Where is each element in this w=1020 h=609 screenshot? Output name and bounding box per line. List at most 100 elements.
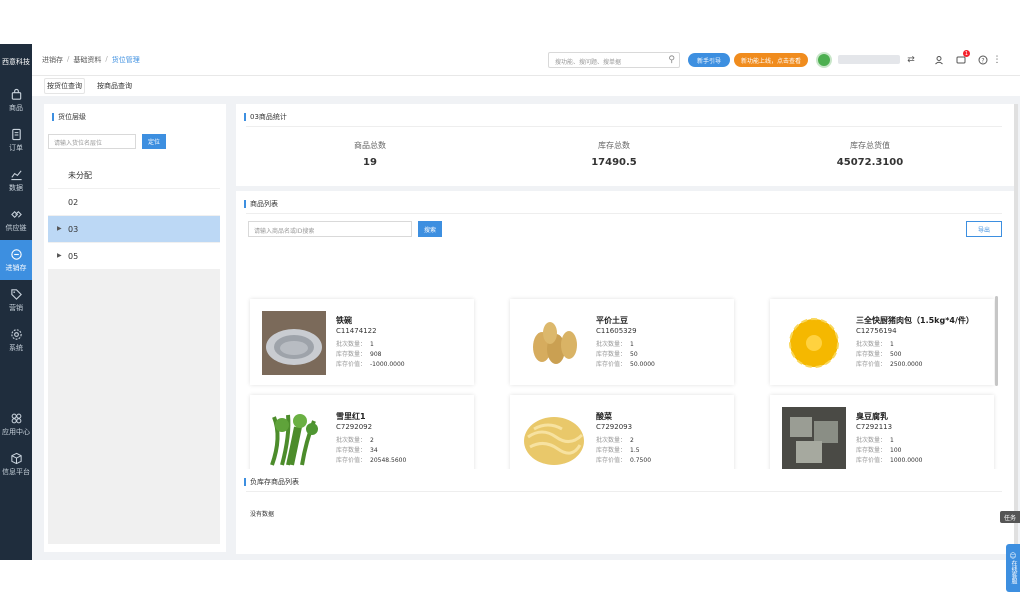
sidebar-item-label: 数据 bbox=[9, 183, 23, 192]
inventory-icon bbox=[10, 248, 23, 263]
field-label: 库存价值： bbox=[336, 457, 367, 464]
sidebar-item-tag[interactable]: 营销 bbox=[0, 280, 32, 320]
product-field-row: 库存数量： 500 bbox=[856, 349, 901, 358]
field-label: 库存价值： bbox=[856, 361, 887, 368]
sidebar-item-inventory[interactable]: 进销存 bbox=[0, 240, 32, 280]
product-list-panel: 商品列表 请输入商品名或ID搜索 搜索 导出 铁碗 C11474122 批次数量： 1… bbox=[236, 191, 1016, 469]
page-scrollbar[interactable] bbox=[1014, 104, 1018, 544]
sidebar-nav: 商品 订单数据供应链进销存营销系统 bbox=[0, 80, 32, 360]
apps-icon bbox=[10, 412, 23, 427]
message-badge: 1 bbox=[963, 50, 970, 57]
sidebar-item-chart[interactable]: 数据 bbox=[0, 160, 32, 200]
stat-value: 17490.5 bbox=[591, 157, 637, 168]
field-value: 50.0000 bbox=[630, 361, 655, 368]
chat-icon: ☺ bbox=[1009, 552, 1017, 560]
caret-right-icon[interactable]: ▶ bbox=[57, 225, 62, 232]
cube-icon bbox=[10, 452, 23, 467]
product-field-row: 库存数量： 100 bbox=[856, 445, 901, 454]
tree-node[interactable]: ▶ 05 bbox=[48, 243, 220, 269]
field-label: 批次数量： bbox=[336, 437, 367, 444]
task-float-button[interactable]: 任务 bbox=[1000, 511, 1020, 523]
location-tree: 未分配 02 ▶ 03 ▶ 05 bbox=[48, 162, 220, 544]
search-icon[interactable]: ⚲ bbox=[668, 55, 675, 65]
avatar[interactable] bbox=[816, 52, 832, 68]
switch-icon[interactable]: ⇄ bbox=[904, 53, 918, 67]
divider bbox=[246, 126, 1002, 127]
caret-right-icon[interactable]: ▶ bbox=[57, 252, 62, 259]
field-label: 批次数量： bbox=[596, 341, 627, 348]
product-image bbox=[522, 407, 586, 469]
product-card[interactable]: 平价土豆 C11605329 批次数量： 1 库存数量： 50 库存价值： 50.0000 bbox=[510, 299, 734, 385]
sidebar-item-gear[interactable]: 系统 bbox=[0, 320, 32, 360]
tree-node-label: 未分配 bbox=[68, 170, 92, 180]
breadcrumb-separator: / bbox=[67, 54, 70, 63]
field-value: -1000.0000 bbox=[370, 361, 405, 368]
breadcrumb: 进销存 / 基础资料 / 货位管理 bbox=[42, 55, 140, 65]
panel-title: 货位层级 bbox=[44, 104, 226, 126]
product-code: C11605329 bbox=[596, 327, 637, 335]
field-label: 库存价值： bbox=[336, 361, 367, 368]
product-card[interactable]: 三全快厨猪肉包（1.5kg*4/件） C12756194 批次数量： 1 库存数量： 50… bbox=[770, 299, 994, 385]
product-card[interactable]: 铁碗 C11474122 批次数量： 1 库存数量： 908 库存价值： -1000.0000 bbox=[250, 299, 474, 385]
breadcrumb-item[interactable]: 进销存 bbox=[42, 55, 63, 65]
user-icon[interactable] bbox=[932, 53, 946, 67]
product-stats-panel: 03商品统计 商品总数 19 库存总数 17490.5 库存总货值 45072.… bbox=[236, 104, 1016, 186]
new-feature-button[interactable]: 新功能上线，点击查看 bbox=[734, 53, 808, 67]
location-search-input[interactable]: 请输入货位名层位 bbox=[48, 134, 136, 149]
tab-by-product[interactable]: 按商品查询 bbox=[95, 79, 134, 93]
tab-by-location[interactable]: 按货位查询 bbox=[44, 78, 85, 94]
sidebar-item-label: 营销 bbox=[9, 303, 23, 312]
product-card[interactable]: 酸菜 C7292093 批次数量： 2 库存数量： 1.5 库存价值： 0.7500 bbox=[510, 395, 734, 469]
field-value: 50 bbox=[630, 351, 638, 358]
breadcrumb-item[interactable]: 基础资料 bbox=[73, 55, 101, 65]
product-name: 臭豆腐乳 bbox=[856, 412, 888, 421]
field-label: 库存数量： bbox=[336, 447, 367, 454]
field-value: 1.5 bbox=[630, 447, 640, 454]
product-field-row: 库存数量： 1.5 bbox=[596, 445, 640, 454]
product-card[interactable]: 雪里红1 C7292092 批次数量： 2 库存数量： 34 库存价值： 20548.5600 bbox=[250, 395, 474, 469]
tree-node[interactable]: ▶ 03 bbox=[48, 216, 220, 242]
sidebar-item-supply[interactable]: 供应链 bbox=[0, 200, 32, 240]
product-name: 平价土豆 bbox=[596, 316, 628, 325]
stat-value: 45072.3100 bbox=[836, 157, 904, 168]
breadcrumb-separator: / bbox=[105, 54, 108, 63]
export-button[interactable]: 导出 bbox=[966, 221, 1002, 237]
product-field-row: 库存价值： 20548.5600 bbox=[336, 455, 406, 464]
global-search-input[interactable]: 搜功能、搜问题、搜单据 ⚲ bbox=[548, 52, 680, 68]
tree-node-label: 03 bbox=[68, 224, 79, 234]
sidebar-item-apps[interactable]: 应用中心 bbox=[0, 404, 32, 444]
message-icon[interactable]: 1 bbox=[954, 50, 970, 67]
product-field-row: 库存数量： 908 bbox=[336, 349, 381, 358]
product-field-row: 库存数量： 34 bbox=[336, 445, 378, 454]
field-value: 1 bbox=[630, 341, 634, 348]
panel-title: 负库存商品列表 bbox=[236, 469, 1016, 491]
locate-button[interactable]: 定位 bbox=[142, 134, 166, 149]
product-code: C7292093 bbox=[596, 423, 633, 431]
product-name: 三全快厨猪肉包（1.5kg*4/件） bbox=[856, 316, 974, 325]
online-service-label: 在线客服 bbox=[1010, 560, 1017, 584]
gear-icon bbox=[10, 328, 23, 343]
tree-node[interactable]: 02 bbox=[48, 189, 220, 215]
location-hierarchy-panel: 货位层级 请输入货位名层位 定位 未分配 02 ▶ 03 ▶ 05 bbox=[44, 104, 226, 552]
online-service-button[interactable]: ☺ 在线客服 bbox=[1006, 544, 1020, 592]
field-value: 2 bbox=[370, 437, 374, 444]
sidebar-item-order[interactable]: 订单 bbox=[0, 120, 32, 160]
sidebar-item-cube[interactable]: 信息平台 bbox=[0, 444, 32, 484]
user-name-redacted[interactable] bbox=[838, 55, 900, 64]
newbie-guide-button[interactable]: 新手引导 bbox=[688, 53, 730, 67]
field-value: 34 bbox=[370, 447, 378, 454]
stat-label: 库存总数 bbox=[598, 141, 630, 150]
product-search-input[interactable]: 请输入商品名或ID搜索 bbox=[248, 221, 412, 237]
product-field-row: 库存价值： 2500.0000 bbox=[856, 359, 922, 368]
tree-node[interactable]: 未分配 bbox=[48, 162, 220, 188]
help-icon[interactable]: ? bbox=[976, 53, 990, 67]
field-value: 1 bbox=[370, 341, 374, 348]
product-search-button[interactable]: 搜索 bbox=[418, 221, 442, 237]
product-list-scrollbar[interactable] bbox=[995, 296, 998, 386]
more-icon[interactable]: ⋮ bbox=[990, 53, 1004, 67]
product-field-row: 库存数量： 50 bbox=[596, 349, 638, 358]
product-card[interactable]: 臭豆腐乳 C7292113 批次数量： 1 库存数量： 100 库存价值： 1000.0000 bbox=[770, 395, 994, 469]
sidebar-item-bag[interactable]: 商品 bbox=[0, 80, 32, 120]
field-label: 库存价值： bbox=[596, 361, 627, 368]
sidebar-item-label: 供应链 bbox=[5, 223, 27, 232]
